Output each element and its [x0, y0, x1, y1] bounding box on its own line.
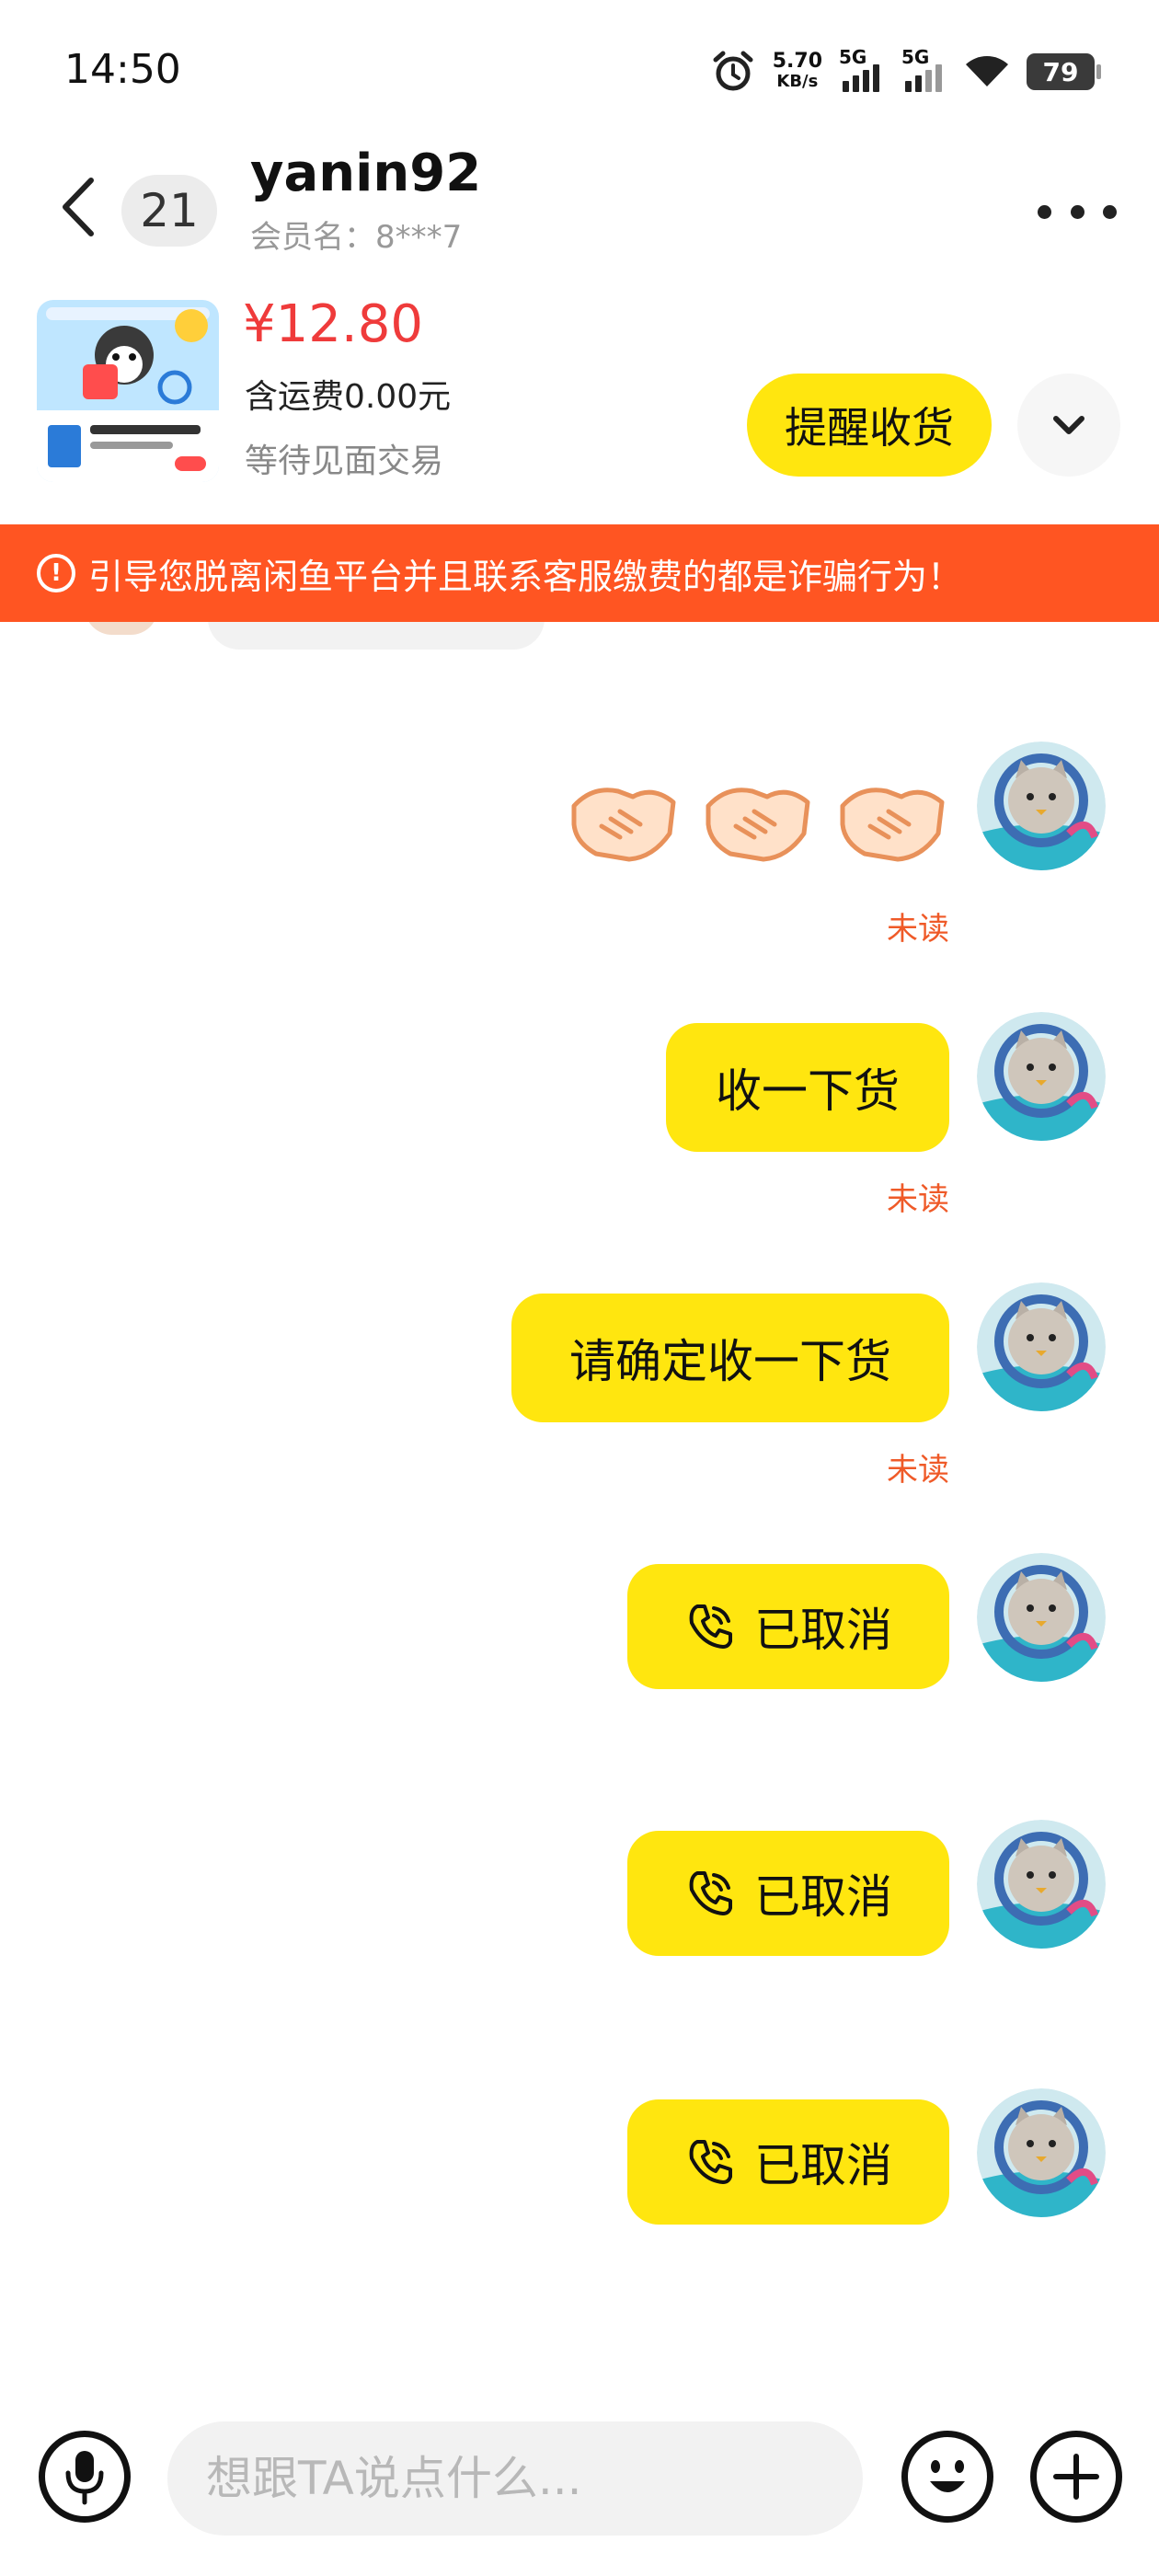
network-speed-value: 5.70	[772, 50, 822, 73]
more-actions-button[interactable]	[1030, 2431, 1122, 2523]
fraud-warning-text: 引导您脱离闲鱼平台并且联系客服缴费的都是诈骗行为！	[88, 556, 963, 597]
my-avatar[interactable]	[977, 742, 1106, 870]
expand-order-button[interactable]	[1017, 374, 1120, 477]
handshake-icon	[571, 788, 676, 862]
cat-avatar-icon	[977, 1820, 1106, 1949]
product-thumbnail[interactable]	[37, 300, 219, 482]
message-text: 收一下货	[716, 1064, 900, 1118]
phone-call-icon	[689, 1871, 732, 1915]
text-message-bubble[interactable]: 请确定收一下货	[511, 1294, 949, 1422]
my-avatar[interactable]	[977, 1820, 1106, 1949]
cat-avatar-icon	[977, 1553, 1106, 1682]
message-text: 请确定收一下货	[569, 1335, 891, 1388]
order-price: ¥12.80	[243, 294, 423, 354]
phone-call-icon	[689, 2140, 732, 2184]
my-avatar[interactable]	[977, 1553, 1106, 1682]
member-name: 会员名：8***7	[250, 219, 463, 256]
signal-label-sim1: 5G	[839, 46, 867, 68]
warning-icon: !	[37, 554, 75, 592]
signal-icon-sim1: 5G	[839, 46, 885, 92]
back-button[interactable]	[46, 166, 110, 248]
read-status: 未读	[887, 1181, 949, 1218]
voice-input-button[interactable]	[39, 2431, 131, 2523]
emoji-button[interactable]	[901, 2431, 993, 2523]
status-icons: 5.70 KB/s 5G 5G 79	[710, 46, 1101, 98]
network-speed: 5.70 KB/s	[773, 52, 822, 92]
status-bar: 14:50 5.70 KB/s 5G 5G 79	[0, 0, 1159, 138]
product-image	[37, 300, 219, 482]
fraud-warning-banner: ! 引导您脱离闲鱼平台并且联系客服缴费的都是诈骗行为！	[0, 524, 1159, 622]
chevron-down-icon	[1053, 416, 1084, 434]
cat-avatar-icon	[977, 742, 1106, 870]
call-message-bubble[interactable]: 已取消	[627, 2099, 949, 2225]
cat-avatar-icon	[977, 1012, 1106, 1141]
wifi-icon	[966, 56, 1008, 86]
battery-indicator: 79	[1027, 53, 1101, 90]
network-speed-unit: KB/s	[776, 72, 819, 91]
phone-call-icon	[689, 1604, 732, 1649]
handshake-icon	[706, 788, 810, 862]
chat-screen: 14:50 5.70 KB/s 5G 5G 79 21 yanin92 会员名：…	[0, 0, 1159, 2576]
more-options-button[interactable]	[1038, 184, 1117, 239]
microphone-icon	[65, 2451, 104, 2505]
signal-label-sim2: 5G	[901, 46, 930, 68]
chat-header: 21 yanin92 会员名：8***7	[0, 138, 1159, 294]
my-avatar[interactable]	[977, 2088, 1106, 2217]
my-avatar[interactable]	[977, 1282, 1106, 1411]
message-input[interactable]	[167, 2421, 863, 2536]
signal-icon-sim2: 5G	[901, 46, 947, 92]
trade-status: 等待见面交易	[245, 443, 444, 480]
call-message-bubble[interactable]: 已取消	[627, 1831, 949, 1956]
text-message-bubble[interactable]: 收一下货	[666, 1023, 949, 1152]
cat-avatar-icon	[977, 2088, 1106, 2217]
read-status: 未读	[887, 911, 949, 948]
handshake-icon	[840, 788, 945, 862]
plus-icon	[1053, 2454, 1099, 2500]
alarm-icon	[713, 51, 753, 91]
call-status-text: 已取消	[754, 2139, 892, 2192]
clock: 14:50	[64, 46, 181, 93]
call-message-bubble[interactable]: 已取消	[627, 1564, 949, 1689]
read-status: 未读	[887, 1452, 949, 1489]
call-status-text: 已取消	[754, 1870, 892, 1924]
shipping-fee: 含运费0.00元	[245, 378, 452, 416]
chevron-left-icon	[63, 178, 94, 236]
message-input-bar	[0, 2410, 1159, 2548]
remind-receipt-button[interactable]: 提醒收货	[747, 374, 992, 477]
cat-avatar-icon	[977, 1282, 1106, 1411]
call-status-text: 已取消	[754, 1604, 892, 1657]
emoji-face-icon	[930, 2460, 965, 2492]
contact-nickname: yanin92	[250, 144, 482, 203]
unread-count-badge[interactable]: 21	[121, 175, 217, 247]
handshake-emoji-message	[565, 769, 951, 870]
order-card[interactable]: ¥12.80 含运费0.00元 等待见面交易 提醒收货	[0, 294, 1159, 524]
my-avatar[interactable]	[977, 1012, 1106, 1141]
